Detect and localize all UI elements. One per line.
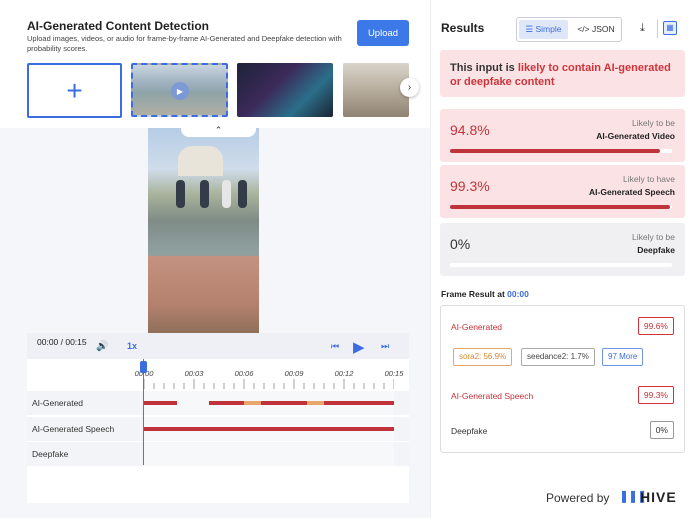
page-title: AI-Generated Content Detection xyxy=(27,19,210,33)
video-frame-building xyxy=(178,146,223,176)
frame-ai-generated-score: 99.6% xyxy=(637,317,674,335)
chevron-up-icon[interactable]: ⌃ xyxy=(181,121,256,137)
chevron-right-icon[interactable]: › xyxy=(400,78,419,97)
model-chip[interactable]: sora2: 56.9% xyxy=(453,348,513,366)
page-subtitle: Upload images, videos, or audio for fram… xyxy=(27,34,342,53)
frame-speech-label: AI-Generated Speech xyxy=(451,391,534,401)
frame-deepfake-score: 0% xyxy=(649,421,674,439)
powered-by-label: Powered by xyxy=(546,491,610,505)
track-label: AI-Generated Speech xyxy=(32,423,115,434)
result-progress-track xyxy=(450,149,672,153)
result-progress-track xyxy=(450,263,672,267)
detection-segment[interactable] xyxy=(209,401,244,405)
result-category: AI-Generated Video xyxy=(596,131,675,141)
frame-result-heading: Frame Result at 00:00 xyxy=(441,289,529,299)
result-likelihood: Likely to be xyxy=(632,232,675,242)
play-icon: ▶ xyxy=(171,82,189,100)
tick-label: 00:09 xyxy=(284,369,304,378)
result-progress-fill xyxy=(450,205,671,209)
plus-icon: + xyxy=(66,74,83,106)
upload-panel: AI-Generated Content Detection Upload im… xyxy=(0,0,430,518)
tick-label: 00:15 xyxy=(384,369,404,378)
media-thumbnail-selected[interactable]: ▶ xyxy=(131,63,228,117)
media-thumbnail[interactable] xyxy=(237,63,333,117)
timeline-track[interactable]: AI-Generated Speech xyxy=(27,416,409,441)
frame-deepfake-label: Deepfake xyxy=(451,426,488,436)
verdict-banner: This input is likely to contain AI-gener… xyxy=(440,50,685,97)
video-frame-ledge xyxy=(148,256,259,334)
video-frame-person xyxy=(200,180,209,208)
tab-json[interactable]: </> JSON xyxy=(572,20,620,39)
view-toggle: ☰ Simple </> JSON xyxy=(516,17,622,42)
track-label: Deepfake xyxy=(32,449,69,459)
list-icon: ☰ xyxy=(525,24,534,34)
frame-result-box: AI-Generated 99.6% sora2: 56.9% seedance… xyxy=(440,305,685,453)
timeline-panel: 00:00 / 00:15 🔊 1x ⏮ ▶ ⏭ 00:00 00:03 00:06… xyxy=(27,333,409,503)
tick-label: 00:12 xyxy=(334,369,354,378)
video-frame-person xyxy=(222,180,231,208)
result-card: 0% Likely to be Deepfake xyxy=(440,223,685,276)
result-progress-fill xyxy=(450,149,661,153)
media-thumbnail[interactable] xyxy=(343,63,409,117)
playhead-handle[interactable] xyxy=(140,361,147,373)
result-percent: 94.8% xyxy=(450,122,490,138)
result-category: Deepfake xyxy=(637,245,675,255)
detection-segment[interactable] xyxy=(144,426,394,431)
upload-button[interactable]: Upload xyxy=(357,20,409,46)
track-label: AI-Generated xyxy=(32,398,84,408)
upload-header: AI-Generated Content Detection Upload im… xyxy=(0,0,430,128)
time-readout: 00:00 / 00:15 xyxy=(37,337,87,347)
tick-label: 00:06 xyxy=(234,369,254,378)
ruler-ticks xyxy=(144,379,394,389)
skip-back-icon[interactable]: ⏮ xyxy=(331,341,339,352)
result-progress-track xyxy=(450,205,672,209)
result-likelihood: Likely to have xyxy=(623,174,675,184)
video-frame-person xyxy=(176,180,185,208)
tick-label: 00:03 xyxy=(184,369,204,378)
result-percent: 0% xyxy=(450,236,471,252)
result-likelihood: Likely to be xyxy=(632,118,675,128)
result-percent: 99.3% xyxy=(450,178,490,194)
playhead-line xyxy=(143,359,144,465)
detection-segment[interactable] xyxy=(260,401,308,405)
add-media-tile[interactable]: + xyxy=(27,63,122,118)
download-icon[interactable]: ⤓ xyxy=(640,22,645,35)
result-category: AI-Generated Speech xyxy=(589,187,675,197)
timeline-track[interactable]: Deepfake xyxy=(27,442,409,466)
frame-speech-score: 99.3% xyxy=(637,386,674,404)
timeline-track[interactable]: AI-Generated xyxy=(27,391,409,415)
track-lane xyxy=(144,442,394,466)
detection-segment[interactable] xyxy=(307,401,324,405)
detection-segment[interactable] xyxy=(324,401,394,405)
results-title: Results xyxy=(441,21,485,35)
model-chip[interactable]: seedance2: 1.7% xyxy=(521,348,595,366)
play-button[interactable]: ▶ xyxy=(353,338,365,356)
more-models-button[interactable]: 97 More xyxy=(602,348,644,366)
frame-result-time: 00:00 xyxy=(507,289,529,299)
divider xyxy=(657,20,658,38)
detection-segment[interactable] xyxy=(244,401,261,405)
volume-icon[interactable]: 🔊 xyxy=(96,341,108,352)
result-card: 99.3% Likely to have AI-Generated Speech xyxy=(440,165,685,218)
tab-simple[interactable]: ☰ Simple xyxy=(519,20,568,39)
result-card: 94.8% Likely to be AI-Generated Video xyxy=(440,109,685,162)
skip-forward-icon[interactable]: ⏭ xyxy=(381,341,389,352)
video-preview[interactable] xyxy=(148,128,259,334)
detection-segment[interactable] xyxy=(144,401,178,405)
results-panel: Results ☰ Simple </> JSON ⤓ ▦ This input… xyxy=(430,0,700,518)
frame-view-icon[interactable]: ▦ xyxy=(663,21,677,35)
frame-ai-generated-label: AI-Generated xyxy=(451,322,503,332)
timeline-ruler[interactable]: 00:00 00:03 00:06 00:09 00:12 00:15 xyxy=(135,369,403,389)
brand-name: HIVE xyxy=(640,489,677,505)
player-controls: 00:00 / 00:15 🔊 1x ⏮ ▶ ⏭ xyxy=(27,333,409,359)
speed-button[interactable]: 1x xyxy=(127,341,137,351)
video-frame-person xyxy=(238,180,247,208)
